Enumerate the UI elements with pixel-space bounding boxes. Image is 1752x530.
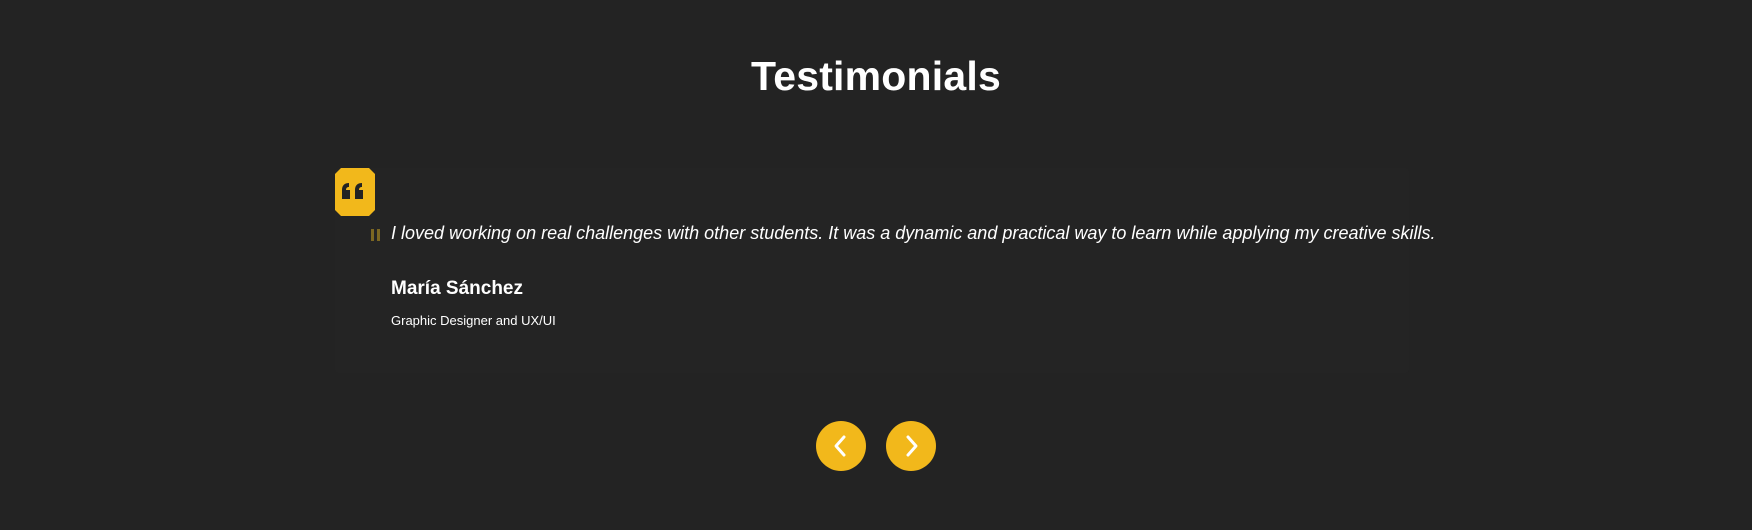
testimonial-quote: I loved working on real challenges with … xyxy=(391,223,1436,243)
author-name: María Sánchez xyxy=(391,278,523,299)
quote-mark-icon xyxy=(371,228,381,241)
chevron-left-icon xyxy=(834,435,846,457)
author-role: Graphic Designer and UX/UI xyxy=(391,313,556,328)
previous-testimonial-button[interactable] xyxy=(816,421,866,471)
chevron-right-icon xyxy=(906,435,918,457)
testimonials-page: { "section": { "title": "Testimonials" }… xyxy=(0,0,1752,530)
next-testimonial-button[interactable] xyxy=(886,421,936,471)
quote-icon xyxy=(335,168,375,216)
testimonial-card xyxy=(335,168,1409,373)
section-title: Testimonials xyxy=(751,53,1001,99)
